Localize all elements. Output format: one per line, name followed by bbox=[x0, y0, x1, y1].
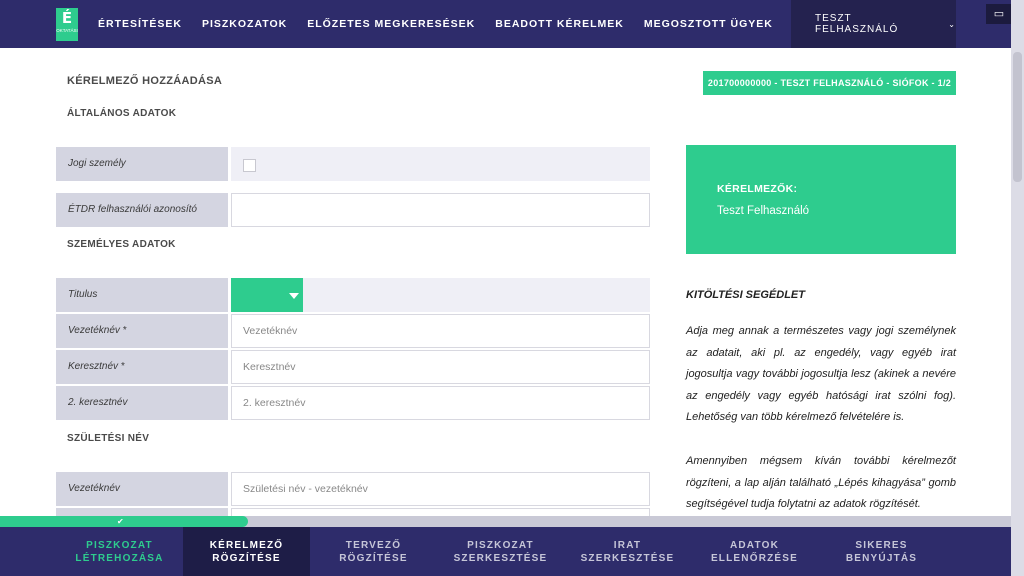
progress-bar bbox=[0, 516, 248, 527]
logo-subtitle: OKTATÁSI bbox=[56, 28, 78, 33]
firstname-row: Keresztnév * Keresztnév bbox=[56, 350, 650, 384]
nav-submitted-requests[interactable]: BEADOTT KÉRELMEK bbox=[495, 18, 624, 30]
etdr-id-input[interactable] bbox=[231, 193, 650, 227]
help-title: KITÖLTÉSI SEGÉDLET bbox=[686, 289, 805, 301]
required-marker: * bbox=[122, 325, 127, 336]
help-paragraph-2: Amennyiben mégsem kíván további kérelmez… bbox=[686, 455, 956, 510]
nav-preliminary-inquiries[interactable]: ELŐZETES MEGKERESÉSEK bbox=[307, 18, 475, 30]
user-menu[interactable]: TESZT FELHASZNÁLÓ ⌄ bbox=[791, 0, 956, 48]
surname-input[interactable]: Vezetéknév bbox=[231, 314, 650, 348]
caret-down-icon bbox=[289, 293, 299, 299]
firstname-input[interactable]: Keresztnév bbox=[231, 350, 650, 384]
step-data-check[interactable]: ADATOK ELLENŐRZÉSE bbox=[691, 527, 818, 576]
legal-person-row: Jogi személy bbox=[56, 147, 650, 181]
next-row-partial bbox=[56, 508, 650, 516]
birth-surname-label: Vezetéknév bbox=[56, 472, 228, 506]
second-firstname-label: 2. keresztnév bbox=[56, 386, 228, 420]
firstname-label: Keresztnév * bbox=[56, 350, 228, 384]
title-label: Titulus bbox=[56, 278, 228, 312]
step-designer-entry[interactable]: TERVEZŐ RÖGZÍTÉSE bbox=[310, 527, 437, 576]
logo-letter: É bbox=[61, 9, 73, 27]
step-document-editing[interactable]: IRAT SZERKESZTÉSE bbox=[564, 527, 691, 576]
legal-person-checkbox[interactable] bbox=[243, 159, 256, 172]
etdr-id-row: ÉTDR felhasználói azonosító bbox=[56, 193, 650, 227]
monitor-icon[interactable]: ▭ bbox=[986, 4, 1012, 24]
nav-drafts[interactable]: PISZKOZATOK bbox=[202, 18, 287, 30]
wizard-steps: PISZKOZAT LÉTREHOZÁSA KÉRELMEZŐ RÖGZÍTÉSE … bbox=[0, 527, 1011, 576]
surname-label: Vezetéknév * bbox=[56, 314, 228, 348]
user-name: TESZT FELHASZNÁLÓ bbox=[815, 13, 899, 35]
section-personal-heading: SZEMÉLYES ADATOK bbox=[67, 239, 176, 250]
app-logo[interactable]: É OKTATÁSI bbox=[56, 8, 78, 41]
top-navbar: É OKTATÁSI ÉRTESÍTÉSEK PISZKOZATOK ELŐZE… bbox=[0, 0, 1011, 48]
section-general-heading: ÁLTALÁNOS ADATOK bbox=[67, 108, 177, 119]
required-marker: * bbox=[121, 361, 125, 372]
second-firstname-input[interactable]: 2. keresztnév bbox=[231, 386, 650, 420]
section-birth-heading: SZÜLETÉSI NÉV bbox=[67, 433, 150, 444]
chevron-down-icon: ⌄ bbox=[948, 19, 956, 29]
step-draft-creation[interactable]: PISZKOZAT LÉTREHOZÁSA bbox=[56, 527, 183, 576]
scrollbar[interactable] bbox=[1011, 0, 1024, 576]
birth-surname-input[interactable]: Születési név - vezetéknév bbox=[231, 472, 650, 506]
main-nav: ÉRTESÍTÉSEK PISZKOZATOK ELŐZETES MEGKERE… bbox=[98, 0, 793, 48]
applicants-title: KÉRELMEZŐK: bbox=[717, 183, 798, 195]
title-row: Titulus bbox=[56, 278, 650, 312]
legal-person-label: Jogi személy bbox=[56, 147, 228, 181]
nav-shared-cases[interactable]: MEGOSZTOTT ÜGYEK bbox=[644, 18, 773, 30]
applicants-panel: KÉRELMEZŐK: Teszt Felhasználó bbox=[686, 145, 956, 254]
legal-person-field bbox=[231, 147, 650, 181]
page-title: KÉRELMEZŐ HOZZÁADÁSA bbox=[67, 75, 223, 87]
birth-surname-row: Vezetéknév Születési név - vezetéknév bbox=[56, 472, 650, 506]
scrollbar-thumb[interactable] bbox=[1013, 52, 1022, 182]
step-applicant-entry[interactable]: KÉRELMEZŐ RÖGZÍTÉSE bbox=[183, 527, 310, 576]
title-select[interactable] bbox=[231, 278, 303, 312]
case-badge: 201700000000 - TESZT FELHASZNÁLÓ - SIÓFO… bbox=[703, 71, 956, 95]
etdr-id-label: ÉTDR felhasználói azonosító bbox=[56, 193, 228, 227]
nav-notifications[interactable]: ÉRTESÍTÉSEK bbox=[98, 18, 182, 30]
applicant-name: Teszt Felhasználó bbox=[717, 205, 810, 217]
second-firstname-row: 2. keresztnév 2. keresztnév bbox=[56, 386, 650, 420]
step-draft-editing[interactable]: PISZKOZAT SZERKESZTÉSE bbox=[437, 527, 564, 576]
step-successful-submission[interactable]: SIKERES BENYÚJTÁS bbox=[818, 527, 945, 576]
help-paragraph-1: Adja meg annak a természetes vagy jogi s… bbox=[686, 325, 956, 423]
surname-row: Vezetéknév * Vezetéknév bbox=[56, 314, 650, 348]
check-icon: ✔ bbox=[117, 517, 124, 526]
